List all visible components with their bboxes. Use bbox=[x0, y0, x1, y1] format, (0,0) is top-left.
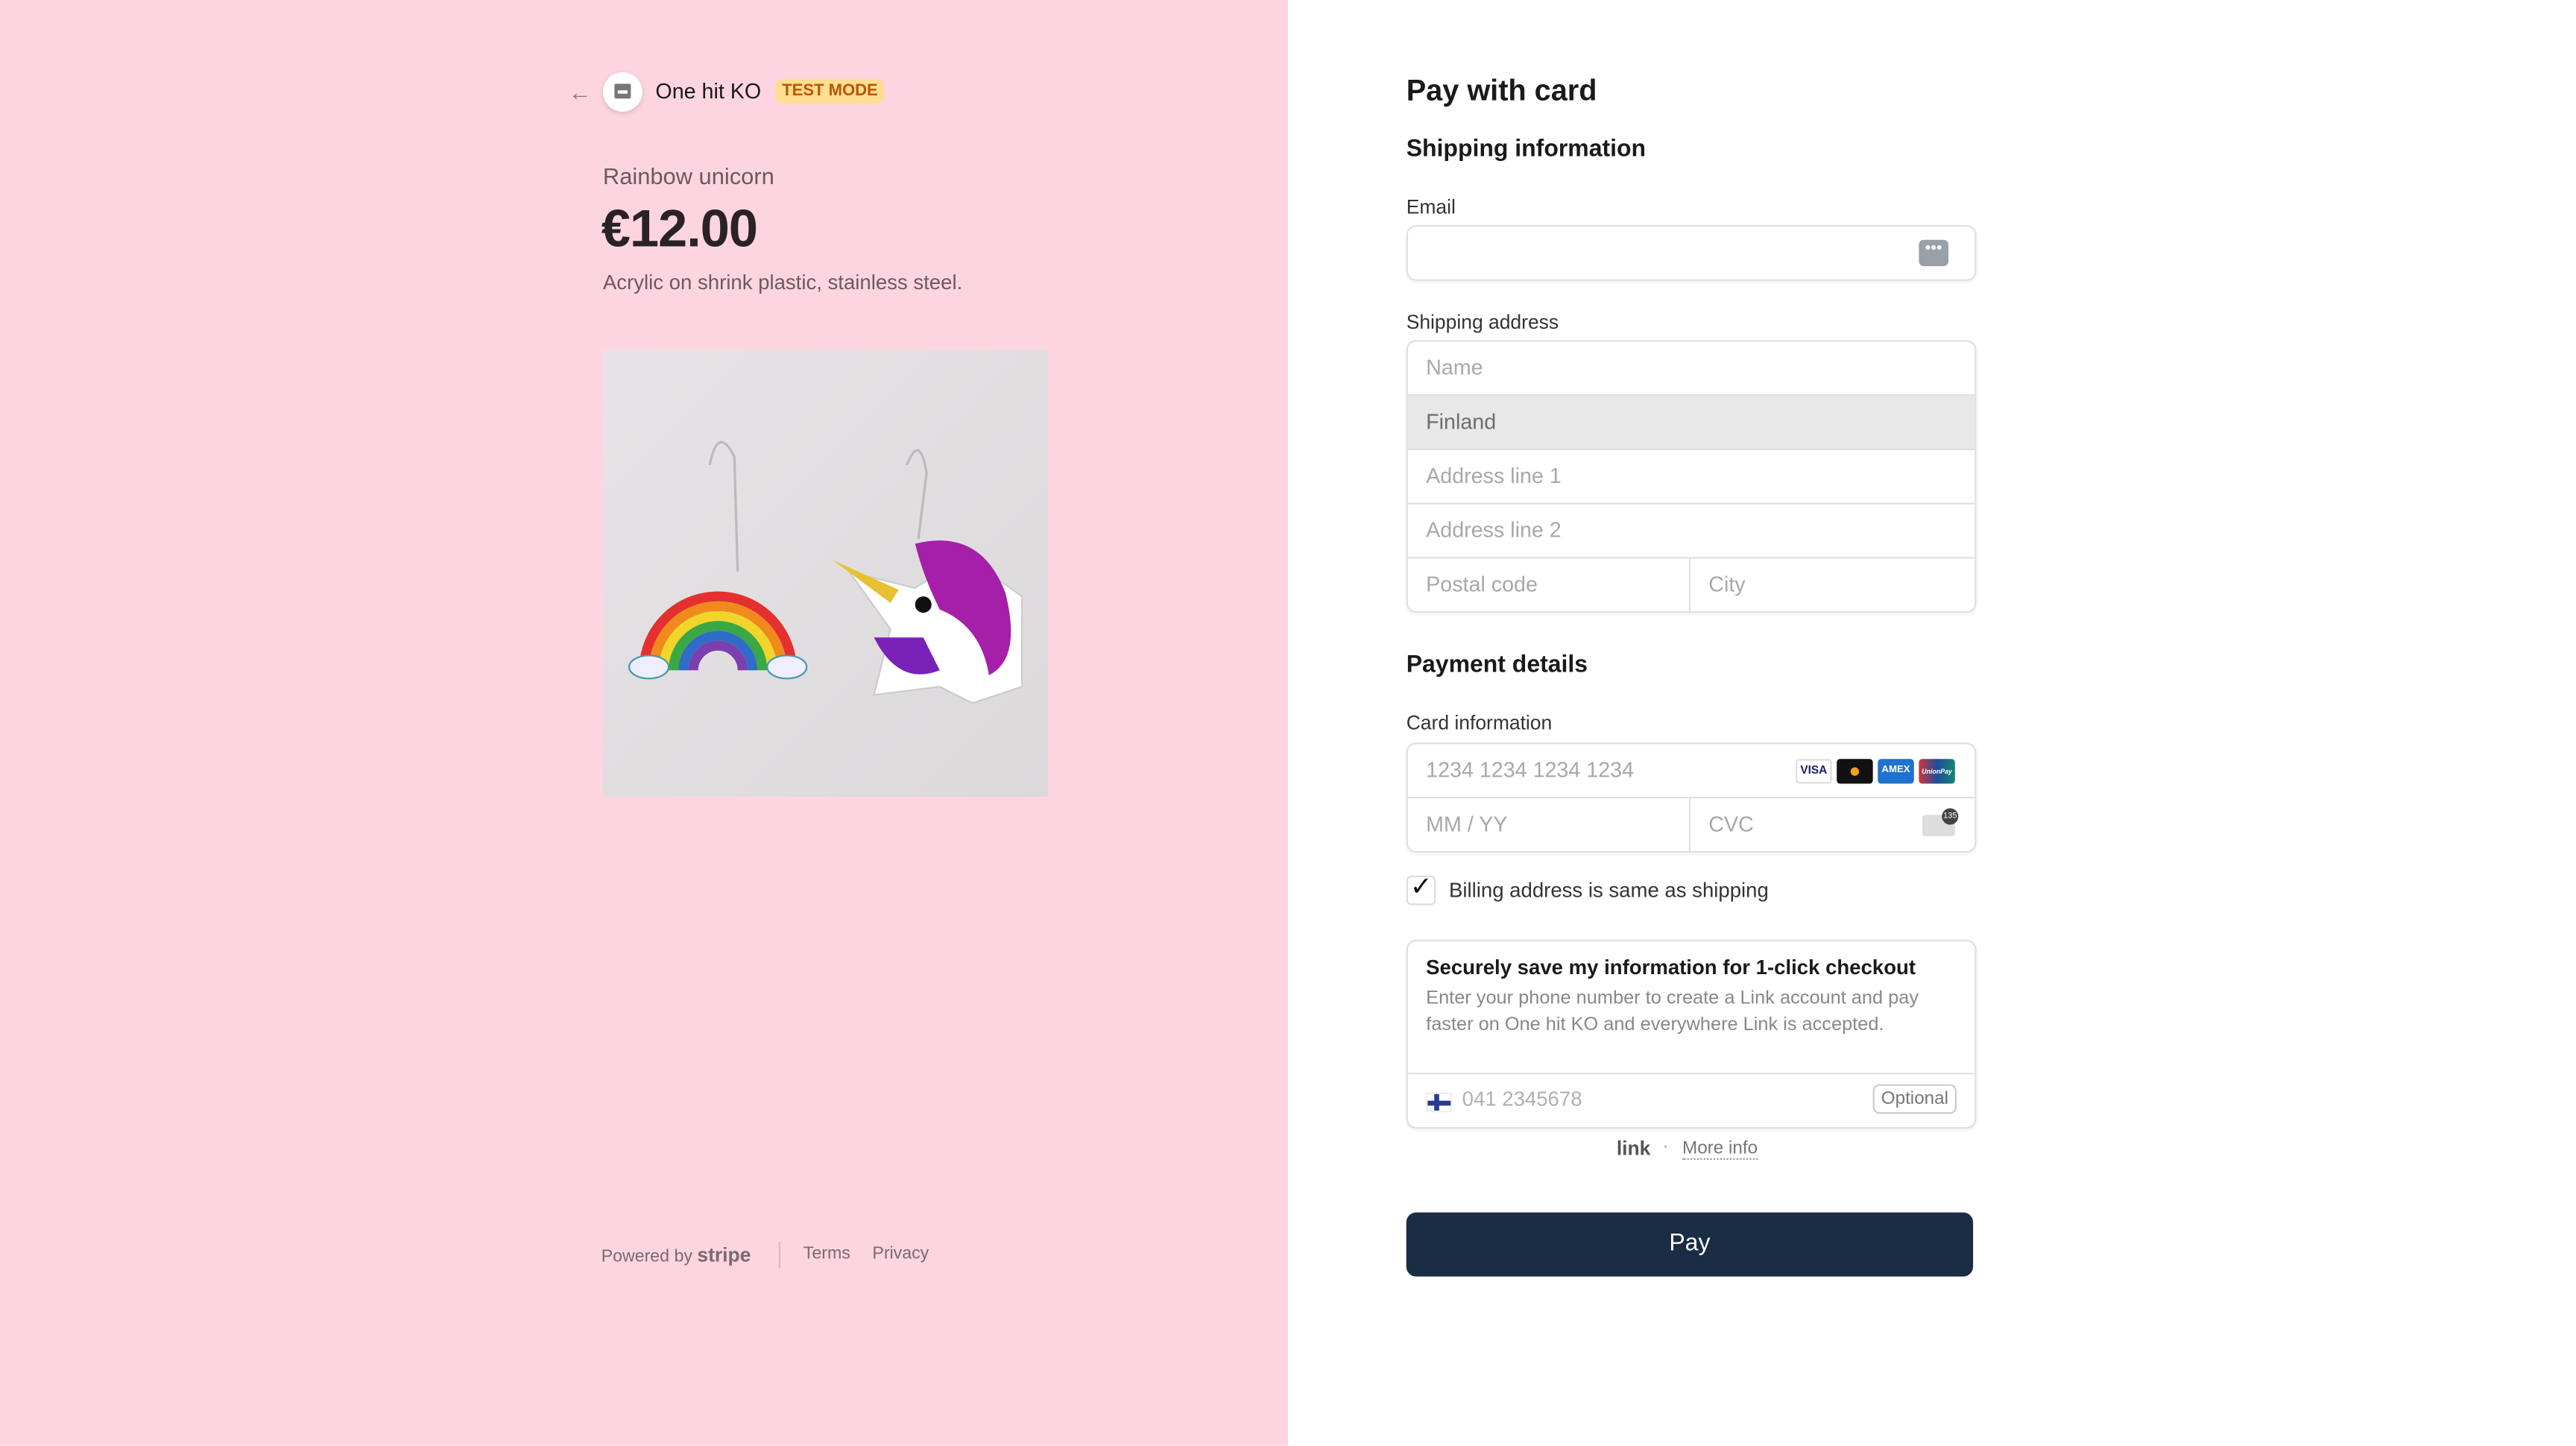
payment-form: Pay with card Shipping information Email… bbox=[1288, 0, 2576, 1446]
store-icon bbox=[602, 72, 643, 112]
expiry-field[interactable]: MM / YY bbox=[1408, 798, 1691, 851]
billing-same-label: Billing address is same as shipping bbox=[1449, 879, 1769, 903]
name-field[interactable]: Name bbox=[1407, 341, 1975, 397]
test-mode-badge: TEST MODE bbox=[775, 78, 885, 104]
card-info-label: Card information bbox=[1406, 711, 1553, 735]
link-save-box: Securely save my information for 1-click… bbox=[1406, 939, 1977, 1129]
back-arrow-icon[interactable]: ← bbox=[569, 79, 592, 105]
product-price: €12.00 bbox=[601, 198, 758, 259]
footer-divider bbox=[778, 1242, 780, 1269]
product-panel: ← One hit KO TEST MODE Rainbow unicorn €… bbox=[0, 0, 1289, 1446]
address-line2-field[interactable]: Address line 2 bbox=[1407, 505, 1975, 559]
terms-link[interactable]: Terms bbox=[804, 1244, 850, 1263]
powered-by-text: Powered by stripe bbox=[602, 1244, 751, 1267]
card-number-field[interactable]: 1234 1234 1234 1234 VISA ● AMEX UnionPay bbox=[1407, 744, 1975, 799]
city-field[interactable]: City bbox=[1690, 558, 1745, 611]
shipping-heading: Shipping information bbox=[1406, 136, 1647, 163]
country-select[interactable]: Finland bbox=[1407, 396, 1975, 450]
more-info-link[interactable]: More info bbox=[1682, 1138, 1758, 1161]
visa-icon: VISA bbox=[1796, 759, 1832, 784]
autofill-icon[interactable]: ••• bbox=[1919, 239, 1949, 267]
card-number-placeholder: 1234 1234 1234 1234 bbox=[1426, 757, 1635, 783]
postal-code-field[interactable]: Postal code bbox=[1408, 558, 1691, 611]
card-info-group: 1234 1234 1234 1234 VISA ● AMEX UnionPay… bbox=[1406, 742, 1977, 853]
powered-by-label: Powered by bbox=[601, 1246, 692, 1267]
finland-flag-icon[interactable] bbox=[1426, 1092, 1453, 1113]
product-image bbox=[602, 350, 1049, 797]
privacy-link[interactable]: Privacy bbox=[872, 1244, 929, 1263]
shipping-address-label: Shipping address bbox=[1406, 310, 1559, 334]
link-title: Securely save my information for 1-click… bbox=[1426, 956, 1916, 979]
link-logo: link bbox=[1616, 1137, 1651, 1161]
form-title: Pay with card bbox=[1406, 74, 1597, 107]
product-description: Acrylic on shrink plastic, stainless ste… bbox=[602, 271, 963, 294]
email-field[interactable]: ••• bbox=[1406, 224, 1977, 281]
address-line1-field[interactable]: Address line 1 bbox=[1407, 450, 1975, 505]
cvc-hint-badge: 135 bbox=[1942, 808, 1959, 825]
payment-heading: Payment details bbox=[1406, 652, 1588, 679]
separator-dot: · bbox=[1662, 1137, 1669, 1157]
link-description: Enter your phone number to create a Link… bbox=[1426, 988, 1919, 1035]
product-name: Rainbow unicorn bbox=[602, 162, 774, 189]
shipping-address-group: Name Finland Address line 1 Address line… bbox=[1406, 340, 1977, 613]
billing-same-checkbox[interactable]: ✓ bbox=[1406, 875, 1436, 906]
mastercard-icon: ● bbox=[1837, 759, 1873, 784]
phone-placeholder: 041 2345678 bbox=[1462, 1087, 1582, 1111]
unionpay-icon: UnionPay bbox=[1919, 759, 1955, 784]
phone-field[interactable]: 041 2345678 Optional bbox=[1407, 1073, 1975, 1127]
optional-badge: Optional bbox=[1872, 1084, 1957, 1114]
email-label: Email bbox=[1406, 195, 1456, 219]
merchant-name: One hit KO bbox=[655, 78, 762, 104]
cvc-field[interactable]: CVC bbox=[1690, 798, 1754, 851]
pay-button[interactable]: Pay bbox=[1406, 1212, 1974, 1277]
stripe-logo[interactable]: stripe bbox=[697, 1244, 751, 1267]
amex-icon: AMEX bbox=[1878, 759, 1914, 784]
